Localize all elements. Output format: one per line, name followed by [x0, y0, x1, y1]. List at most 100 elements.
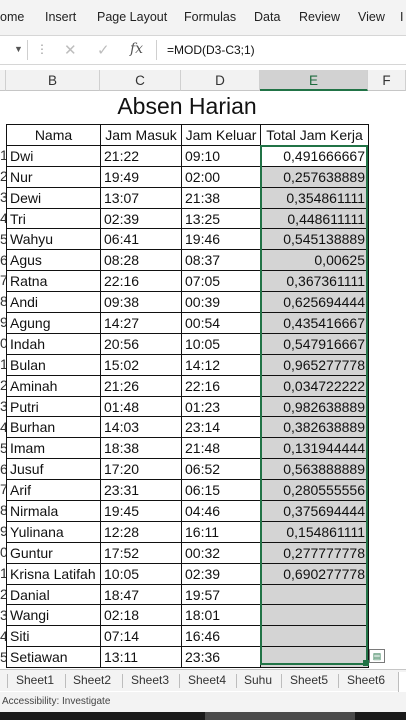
formula-input[interactable]: =MOD(D3-C3;1) [167, 43, 255, 57]
column-header-f[interactable]: F [368, 70, 406, 91]
cell-jam-keluar[interactable]: 21:48 [181, 437, 261, 460]
row-header[interactable]: 4 [0, 419, 6, 435]
row-header[interactable]: 4 [0, 210, 6, 226]
cell-jam-keluar[interactable]: 23:14 [181, 416, 261, 439]
cell-total-jam-kerja[interactable] [260, 604, 369, 627]
row-header[interactable]: 1 [0, 565, 6, 581]
row-header[interactable]: 0 [0, 544, 6, 560]
cell-total-jam-kerja[interactable]: 0,547916667 [260, 332, 369, 355]
cell-total-jam-kerja[interactable]: 0,965277778 [260, 353, 369, 376]
row-header[interactable]: 6 [0, 252, 6, 268]
title-cell[interactable]: Absen Harian [6, 91, 368, 124]
cell-nama[interactable]: Wangi [6, 604, 101, 627]
cell-jam-keluar[interactable]: 06:52 [181, 458, 261, 481]
row-header[interactable]: 9 [0, 523, 6, 539]
insert-function-icon[interactable]: fx [130, 41, 143, 57]
cell-jam-masuk[interactable]: 12:28 [100, 520, 182, 543]
cell-jam-masuk[interactable]: 10:05 [100, 562, 182, 585]
sheet-tab-suhu[interactable]: Suhu [244, 673, 272, 687]
cell-jam-keluar[interactable]: 04:46 [181, 500, 261, 522]
cell-total-jam-kerja[interactable]: 0,375694444 [260, 500, 369, 522]
cell-total-jam-kerja[interactable]: 0,491666667 [260, 144, 369, 167]
cell-nama[interactable]: Nur [6, 165, 101, 188]
cell-jam-keluar[interactable]: 08:37 [181, 249, 261, 272]
cell-nama[interactable]: Ratna [6, 270, 101, 293]
cell-jam-masuk[interactable]: 21:22 [100, 144, 182, 167]
cell-jam-keluar[interactable]: 00:54 [181, 312, 261, 334]
row-header[interactable]: 6 [0, 461, 6, 477]
cell-nama[interactable]: Bulan [6, 353, 101, 376]
cell-jam-keluar[interactable]: 13:25 [181, 207, 261, 230]
row-header[interactable]: 0 [0, 335, 6, 351]
ribbon-tab-home[interactable]: ome [0, 10, 24, 24]
cell-jam-masuk[interactable]: 08:28 [100, 249, 182, 272]
grip-dots-icon[interactable]: ⋮ [36, 42, 48, 56]
row-header[interactable]: 2 [0, 377, 6, 393]
row-header[interactable]: 8 [0, 293, 6, 309]
cell-jam-masuk[interactable]: 19:49 [100, 165, 182, 188]
row-header[interactable]: 2 [0, 168, 6, 184]
header-total-jam-kerja[interactable]: Total Jam Kerja [260, 124, 369, 146]
cell-jam-masuk[interactable]: 19:45 [100, 500, 182, 522]
cell-nama[interactable]: Putri [6, 395, 101, 418]
row-header[interactable]: 9 [0, 314, 6, 330]
cell-jam-keluar[interactable]: 09:10 [181, 144, 261, 167]
cell-total-jam-kerja[interactable]: 0,982638889 [260, 395, 369, 418]
cell-nama[interactable]: Jusuf [6, 458, 101, 481]
cell-jam-masuk[interactable]: 21:26 [100, 374, 182, 397]
cell-total-jam-kerja[interactable]: 0,382638889 [260, 416, 369, 439]
cell-total-jam-kerja[interactable]: 0,625694444 [260, 291, 369, 314]
cell-jam-keluar[interactable]: 14:12 [181, 353, 261, 376]
cell-jam-keluar[interactable]: 06:15 [181, 479, 261, 502]
cell-jam-keluar[interactable]: 21:38 [181, 186, 261, 209]
cell-jam-keluar[interactable]: 10:05 [181, 332, 261, 355]
cell-nama[interactable]: Danial [6, 583, 101, 606]
cell-jam-masuk[interactable]: 02:18 [100, 604, 182, 627]
column-header-e[interactable]: E [260, 70, 368, 91]
cell-jam-masuk[interactable]: 13:07 [100, 186, 182, 209]
cell-nama[interactable]: Guntur [6, 541, 101, 564]
cell-jam-masuk[interactable]: 17:20 [100, 458, 182, 481]
cell-total-jam-kerja[interactable]: 0,448611111 [260, 207, 369, 230]
cell-jam-masuk[interactable]: 15:02 [100, 353, 182, 376]
cell-jam-masuk[interactable]: 22:16 [100, 270, 182, 293]
ribbon-tab-review[interactable]: Review [299, 10, 340, 24]
cell-nama[interactable]: Dewi [6, 186, 101, 209]
cell-nama[interactable]: Tri [6, 207, 101, 230]
column-header-b[interactable]: B [6, 70, 100, 91]
cell-jam-keluar[interactable]: 00:32 [181, 541, 261, 564]
cell-jam-masuk[interactable]: 18:38 [100, 437, 182, 460]
cell-jam-keluar[interactable]: 19:46 [181, 228, 261, 251]
cell-jam-keluar[interactable]: 00:39 [181, 291, 261, 314]
cell-nama[interactable]: Agus [6, 249, 101, 272]
cell-jam-keluar[interactable]: 22:16 [181, 374, 261, 397]
sheet-tab-sheet5[interactable]: Sheet5 [290, 673, 328, 687]
cell-total-jam-kerja[interactable]: 0,545138889 [260, 228, 369, 251]
cell-total-jam-kerja[interactable]: 0,367361111 [260, 270, 369, 293]
cell-jam-masuk[interactable]: 14:03 [100, 416, 182, 439]
column-header-c[interactable]: C [100, 70, 181, 91]
cell-nama[interactable]: Andi [6, 291, 101, 314]
cell-total-jam-kerja[interactable]: 0,690277778 [260, 562, 369, 585]
cell-total-jam-kerja[interactable]: 0,257638889 [260, 165, 369, 188]
cell-nama[interactable]: Krisna Latifah [6, 562, 101, 585]
cell-total-jam-kerja[interactable]: 0,563888889 [260, 458, 369, 481]
row-header[interactable]: 7 [0, 272, 6, 288]
ribbon-tab-formulas[interactable]: Formulas [184, 10, 236, 24]
cell-total-jam-kerja[interactable]: 0,280555556 [260, 479, 369, 502]
cell-total-jam-kerja[interactable]: 0,435416667 [260, 312, 369, 334]
row-header[interactable]: 5 [0, 231, 6, 247]
cell-nama[interactable]: Wahyu [6, 228, 101, 251]
row-header[interactable]: 7 [0, 481, 6, 497]
sheet-tab-sheet2[interactable]: Sheet2 [73, 673, 111, 687]
row-header[interactable]: 8 [0, 502, 6, 518]
cell-nama[interactable]: Dwi [6, 144, 101, 167]
cell-jam-keluar[interactable]: 02:39 [181, 562, 261, 585]
cell-total-jam-kerja[interactable] [260, 625, 369, 648]
cancel-icon[interactable]: ✕ [64, 41, 77, 59]
cell-nama[interactable]: Burhan [6, 416, 101, 439]
cell-total-jam-kerja[interactable] [260, 646, 369, 669]
row-header[interactable]: 2 [0, 586, 6, 602]
cell-total-jam-kerja[interactable] [260, 583, 369, 606]
accessibility-status[interactable]: Accessibility: Investigate [2, 696, 110, 707]
